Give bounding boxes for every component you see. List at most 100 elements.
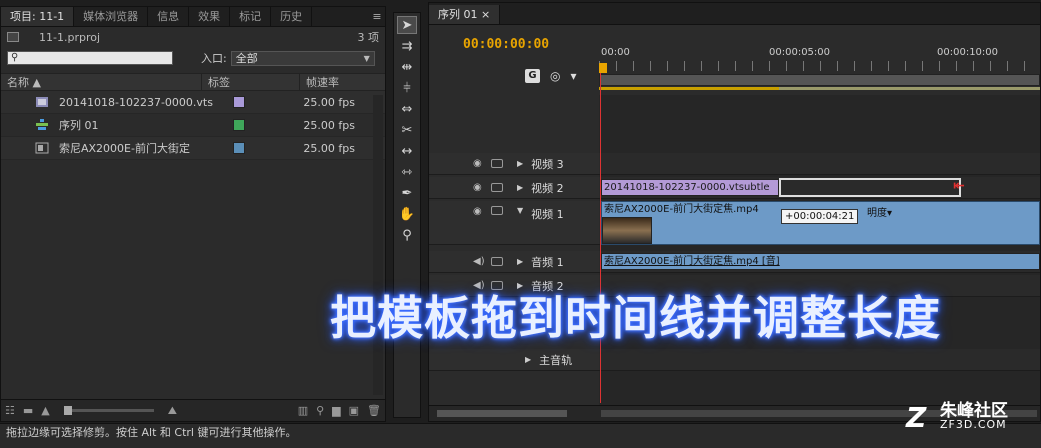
tab-media-browser[interactable]: 媒体浏览器 [74,7,149,26]
label-swatch [233,96,245,108]
lock-icon[interactable] [491,159,503,168]
lane-video1[interactable]: 索尼AX2000E-前门大街定焦.mp4 明度▾ +00:00:04:21 [599,201,1040,245]
eye-icon[interactable]: ◉ [473,206,485,217]
snap-icon[interactable]: G [525,69,540,83]
expand-icon[interactable]: ▶ [517,159,523,168]
entry-select[interactable]: 全部 ▼ [230,50,375,66]
selection-tool-icon[interactable]: ➤ [397,16,417,34]
watermark-logo-icon: Z [906,401,927,434]
razor-tool-icon[interactable]: ✂ [397,121,417,139]
track-area[interactable]: 20141018-102237-0000.vtsubtle ⇤ 索尼AX2000… [599,95,1040,405]
item-fps: 25.00 fps [303,141,355,155]
column-fps[interactable]: 帧速率 [299,74,339,90]
timecode-area: 00:00:00:00 G ◎ ▾ [429,25,597,93]
time-ruler[interactable]: 00:00 00:00:05:00 00:00:10:00 [599,25,1040,93]
project-tabbar: 项目: 11-1 媒体浏览器 信息 效果 标记 历史 ≡ [1,7,385,27]
tab-effects[interactable]: 效果 [189,7,231,26]
speaker-icon[interactable]: ◀) [473,256,485,267]
status-bar: 拖拉边缘可选择修剪。按住 Alt 和 Ctrl 键可进行其他操作。 [0,423,1041,448]
title-clip[interactable]: 20141018-102237-0000.vtsubtle [601,179,779,196]
label-swatch [233,142,245,154]
lane-audio1[interactable]: 索尼AX2000E-前门大街定焦.mp4 [音] [599,251,1040,273]
title-file-icon [36,97,48,107]
tutorial-caption: 把模板拖到时间线并调整长度 [330,291,941,345]
lane-master[interactable] [599,349,1040,371]
new-bin-icon[interactable]: ▆ [332,404,340,417]
hand-tool-icon[interactable]: ✋ [397,205,417,223]
lock-icon[interactable] [491,257,503,266]
project-scrollbar[interactable] [373,95,383,395]
trim-out-icon: ⇤ [953,178,965,194]
ruler-label: 00:00:05:00 [769,47,831,58]
item-name: 序列 01 [59,119,99,132]
automate-icon[interactable]: ▥ [298,404,308,417]
tab-history[interactable]: 历史 [271,7,313,26]
track-select-tool-icon[interactable]: ⇉ [397,37,417,55]
track-name: 主音轨 [539,353,573,367]
list-item[interactable]: 索尼AX2000E-前门大街定 25.00 fps [1,137,385,160]
slip-tool-icon[interactable]: ↔ [397,142,417,160]
timeline-tabbar: 序列 01 × [429,3,1040,25]
eye-icon[interactable]: ◉ [473,158,485,169]
ripple-edit-tool-icon[interactable]: ⇹ [397,58,417,76]
list-view-icon[interactable]: ☷ [5,404,15,417]
project-item-list: 20141018-102237-0000.vts 25.00 fps 序列 01… [1,91,385,160]
audio-clip[interactable]: 索尼AX2000E-前门大街定焦.mp4 [音] [601,253,1040,270]
column-label[interactable]: 标签 [201,74,299,90]
entry-label: 入口: [201,52,227,65]
trim-tooltip: +00:00:04:21 [781,209,859,224]
expand-icon[interactable]: ▶ [517,183,523,192]
eye-icon[interactable]: ◉ [473,182,485,193]
zoom-slider[interactable] [63,406,154,415]
zoom-in-icon[interactable]: ⛰ [168,404,177,418]
lock-icon[interactable] [491,206,503,215]
icon-view-icon[interactable]: ▬ [23,404,33,417]
close-icon[interactable]: × [481,8,490,21]
delete-icon[interactable]: 🗑 [367,404,381,417]
new-item-icon[interactable]: ▣ [349,404,359,417]
expand-icon[interactable]: ▶ [517,257,523,266]
timeline-controls: G ◎ ▾ [525,69,577,83]
find-icon[interactable]: ⚲ [316,404,324,417]
tab-sequence-01[interactable]: 序列 01 × [429,5,501,24]
work-area-bar[interactable] [599,87,779,90]
search-box[interactable]: ⚲ [7,51,173,66]
set-marker-icon[interactable]: ▾ [570,69,576,83]
zoom-slider-thumb[interactable] [63,406,72,415]
video-clip-icon [35,142,49,154]
lane-video2[interactable]: 20141018-102237-0000.vtsubtle ⇤ [599,177,1040,199]
tab-markers[interactable]: 标记 [230,7,272,26]
watermark-title: 朱峰社区 [940,401,1008,421]
zoom-out-icon[interactable]: ▲ [41,404,49,417]
tools-panel: ➤ ⇉ ⇹ ⫩ ⇔ ✂ ↔ ⇿ ✒ ✋ ⚲ [393,12,421,418]
timecode-display[interactable]: 00:00:00:00 [463,37,549,52]
rate-stretch-tool-icon[interactable]: ⇔ [397,100,417,118]
item-fps: 25.00 fps [303,118,355,132]
opacity-dropdown[interactable]: 明度▾ [867,204,892,219]
column-name[interactable]: 名称 ▲ [1,74,201,90]
set-encore-marker-icon[interactable]: ◎ [550,69,560,83]
zoom-tool-icon[interactable]: ⚲ [397,226,417,244]
playhead-handle[interactable] [599,63,607,73]
tab-project[interactable]: 项目: 11-1 [1,7,75,26]
work-area-bar-rest [779,87,1040,90]
lane-video3[interactable] [599,153,1040,175]
column-header: 名称 ▲ 标签 帧速率 [1,73,385,91]
list-item[interactable]: 序列 01 25.00 fps [1,114,385,137]
track-header-video1: ◉ ▼ 视频 1 [429,201,599,245]
list-item[interactable]: 20141018-102237-0000.vts 25.00 fps [1,91,385,114]
pen-tool-icon[interactable]: ✒ [397,184,417,202]
expand-icon[interactable]: ▶ [525,355,531,364]
project-bottom-bar: ☷ ▬ ▲ ⛰ ▥ ⚲ ▆ ▣ 🗑 [1,399,385,421]
tab-info[interactable]: 信息 [148,7,190,26]
opacity-label: 明度 [867,208,887,219]
collapse-icon[interactable]: ▼ [517,206,523,215]
track-name: 视频 1 [531,208,564,221]
search-input[interactable] [8,53,172,66]
panel-menu-icon[interactable]: ≡ [369,7,385,26]
slide-tool-icon[interactable]: ⇿ [397,163,417,181]
rolling-edit-tool-icon[interactable]: ⫩ [397,79,417,97]
zoom-navigator[interactable] [599,74,1040,86]
lock-icon[interactable] [491,183,503,192]
header-scrollbar[interactable] [437,410,567,417]
